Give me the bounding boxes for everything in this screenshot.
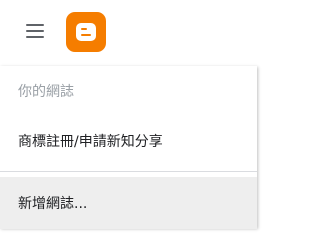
blog-selector-dropdown: 你的網誌 商標註冊/申請新知分享 新增網誌... <box>0 66 257 229</box>
blog-list-item[interactable]: 商標註冊/申請新知分享 <box>0 116 257 166</box>
your-blogs-heading: 你的網誌 <box>18 84 74 100</box>
blogger-logo-icon[interactable] <box>66 12 106 52</box>
new-blog-menu-item[interactable]: 新增網誌... <box>0 177 257 229</box>
hamburger-menu-icon[interactable] <box>26 24 46 40</box>
top-bar <box>0 0 259 64</box>
menu-divider <box>0 171 257 172</box>
